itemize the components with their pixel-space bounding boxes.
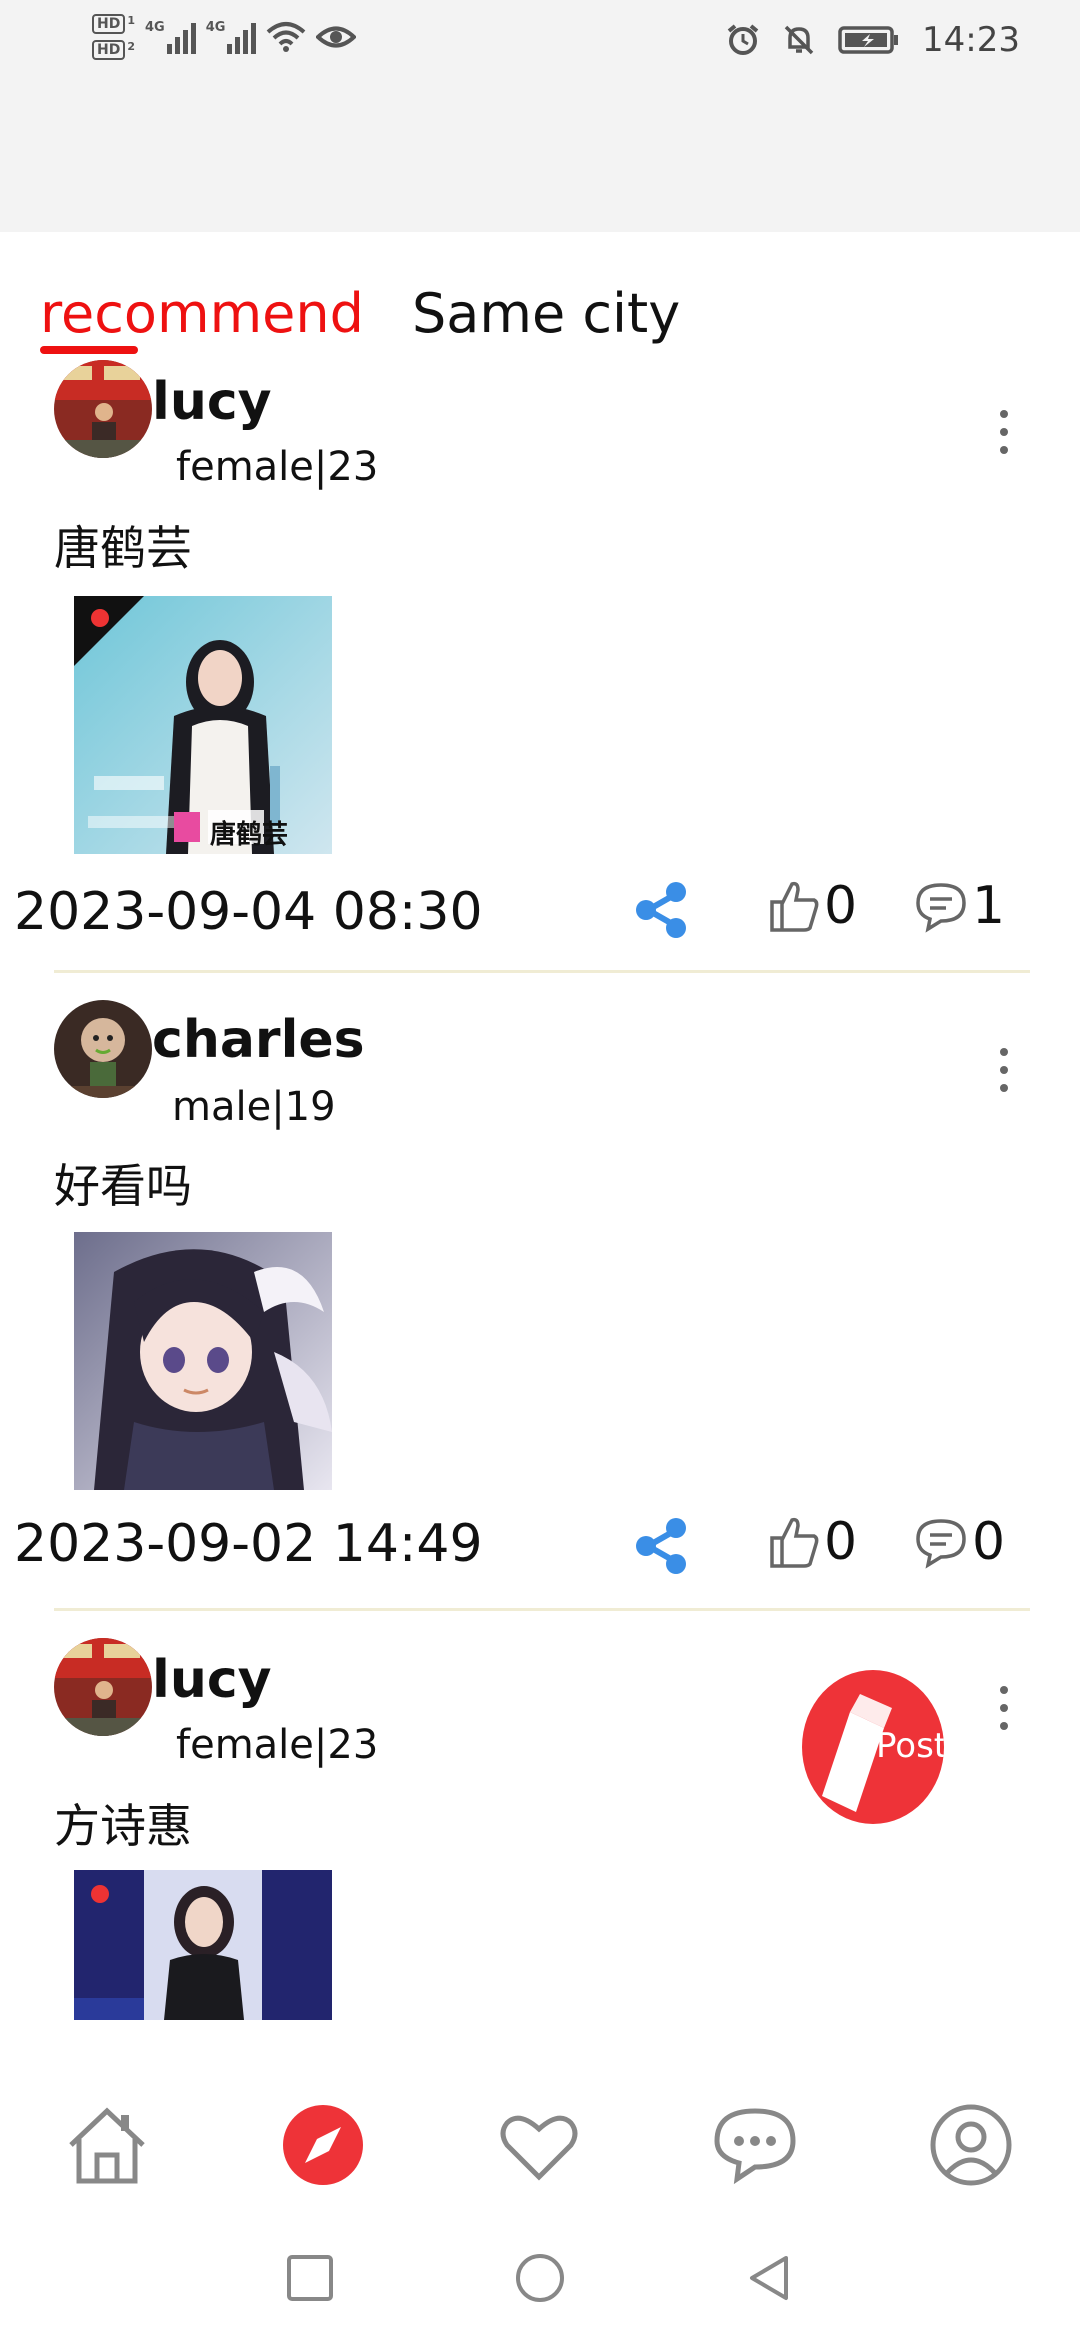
- heart-icon: [500, 2115, 578, 2181]
- post-divider: [54, 970, 1030, 973]
- home-circle-icon[interactable]: [514, 2252, 566, 2304]
- comment-button[interactable]: 0: [914, 1512, 1005, 1572]
- like-count: 0: [824, 1512, 858, 1572]
- post-image[interactable]: [74, 1870, 332, 2020]
- comment-icon: [916, 1519, 966, 1569]
- profile-icon: [930, 2104, 1012, 2186]
- gender-age: female|23: [176, 444, 379, 490]
- network-2-label: 4G: [205, 20, 226, 35]
- signal-1: 4G: [145, 20, 196, 54]
- feed-tabs: recommend Same city: [0, 270, 1080, 360]
- post-image-graphic: [74, 1870, 332, 2020]
- clock: 14:23: [922, 20, 1020, 60]
- thumbs-up-icon: [770, 1517, 819, 1568]
- eye-icon: [316, 26, 357, 48]
- comment-count: 1: [972, 876, 1006, 936]
- post-image[interactable]: 唐鹤芸: [74, 596, 332, 854]
- username[interactable]: charles: [152, 1010, 365, 1070]
- comment-icon: [916, 883, 966, 933]
- post-button-label: Post: [876, 1726, 944, 1766]
- comment-count: 0: [972, 1512, 1006, 1572]
- post-image-caption: 唐鹤芸: [210, 820, 289, 850]
- network-1-label: 4G: [145, 20, 165, 35]
- post-image[interactable]: [74, 1232, 332, 1490]
- mute-bell-icon: [784, 25, 814, 55]
- signal-2: 4G: [206, 20, 257, 54]
- signal-bars-icon: [166, 20, 196, 54]
- post-text: 方诗惠: [54, 1799, 192, 1853]
- system-navigation-bar: [0, 2210, 1080, 2340]
- active-tab-indicator: [40, 346, 138, 354]
- post-button[interactable]: Post: [802, 1670, 944, 1824]
- gender-age: female|23: [176, 1722, 379, 1768]
- post-text: 好看吗: [54, 1159, 192, 1213]
- gender-age: male|19: [172, 1084, 336, 1130]
- post-text: 唐鹤芸: [54, 521, 192, 575]
- home-icon: [69, 2107, 145, 2184]
- post-image-graphic: [74, 1232, 332, 1490]
- battery-icon: [838, 26, 899, 54]
- sim1-hd-badge: HD: [92, 14, 126, 34]
- nav-home[interactable]: [62, 2100, 152, 2190]
- nav-discover[interactable]: [278, 2100, 368, 2190]
- more-options-icon[interactable]: [992, 1040, 1016, 1100]
- nav-messages[interactable]: [710, 2100, 800, 2190]
- post-timestamp: 2023-09-04 08:30: [14, 882, 483, 942]
- post-timestamp: 2023-09-02 14:49: [14, 1514, 483, 1574]
- wifi-icon: [267, 22, 306, 52]
- sim-indicators: HD 1 HD 2: [92, 14, 135, 60]
- avatar-image: [54, 360, 152, 458]
- sim1-index: 1: [127, 14, 135, 27]
- tab-recommend[interactable]: recommend: [40, 282, 364, 345]
- bottom-nav: [0, 2060, 1080, 2210]
- tab-same-city[interactable]: Same city: [412, 282, 680, 345]
- compass-icon: [283, 2105, 363, 2185]
- back-icon[interactable]: [744, 2252, 796, 2304]
- post-divider: [54, 1608, 1030, 1611]
- avatar-image: [54, 1000, 152, 1098]
- status-right: 14:23: [726, 20, 1020, 60]
- username[interactable]: lucy: [152, 372, 272, 432]
- more-options-icon[interactable]: [992, 1678, 1016, 1738]
- status-bar: HD 1 HD 2 4G 4G 14:23: [0, 0, 1080, 232]
- signal-bars-icon: [227, 20, 257, 54]
- like-button[interactable]: 0: [768, 1512, 857, 1572]
- avatar[interactable]: [54, 1638, 152, 1736]
- chat-icon: [714, 2108, 796, 2185]
- sim2-index: 2: [127, 40, 135, 53]
- post-image-graphic: [74, 596, 332, 854]
- avatar[interactable]: [54, 360, 152, 458]
- avatar-image: [54, 1638, 152, 1736]
- nav-favorites[interactable]: [494, 2100, 584, 2190]
- like-button[interactable]: 0: [768, 876, 857, 936]
- thumbs-up-icon: [770, 881, 819, 932]
- username[interactable]: lucy: [152, 1650, 272, 1710]
- status-left: HD 1 HD 2 4G 4G: [92, 14, 357, 60]
- alarm-icon: [727, 24, 759, 55]
- sim2-hd-badge: HD: [92, 40, 126, 60]
- nav-profile[interactable]: [926, 2100, 1016, 2190]
- avatar[interactable]: [54, 1000, 152, 1098]
- share-icon[interactable]: [632, 1516, 692, 1576]
- recent-apps-icon[interactable]: [284, 2252, 336, 2304]
- more-options-icon[interactable]: [992, 402, 1016, 462]
- like-count: 0: [824, 876, 858, 936]
- comment-button[interactable]: 1: [914, 876, 1005, 936]
- share-icon[interactable]: [632, 880, 692, 940]
